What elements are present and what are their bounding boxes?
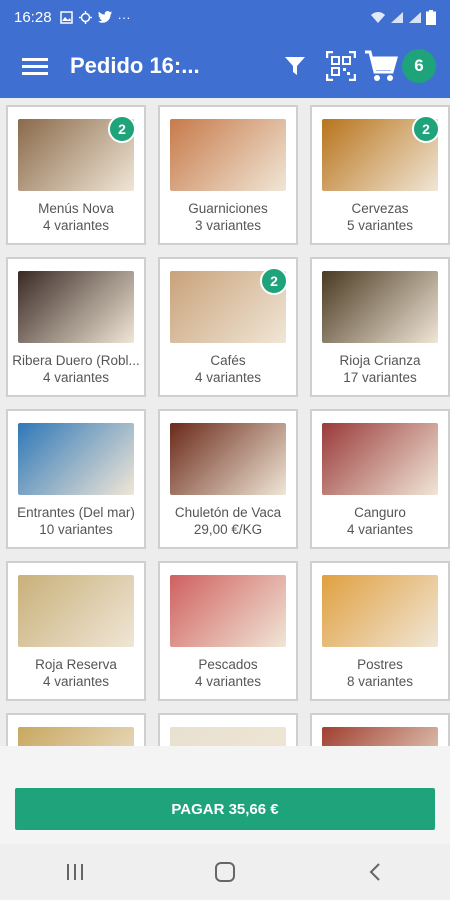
twitter-icon [97,11,112,23]
product-variants: 8 variantes [346,674,414,689]
wifi-icon [371,11,385,23]
product-name: Menús Nova [38,201,114,216]
system-nav-bar [0,844,450,900]
product-variants: 4 variantes [194,674,262,689]
cart-button[interactable]: 6 [364,49,436,83]
status-more-dots: ··· [117,9,131,25]
gallery-icon [59,10,73,24]
product-variants: 4 variantes [42,218,110,233]
shopping-cart-icon [365,50,398,81]
product-image [170,727,286,746]
product-name: Rioja Crianza [339,353,421,368]
product-card[interactable]: Canguro 4 variantes [310,409,450,549]
product-variants: 29,00 €/KG [193,522,263,537]
product-image [18,423,134,495]
location-icon [78,10,92,24]
product-image [322,271,438,343]
product-count-badge: 2 [260,267,288,295]
product-image [322,575,438,647]
product-card[interactable]: Cafés 4 variantes 2 [158,257,298,397]
product-card[interactable]: Menús Nova 4 variantes 2 [6,105,146,245]
status-icons-left: ··· [59,9,131,25]
product-name: Postres [357,657,403,672]
product-image [18,727,134,746]
qr-code-icon [326,51,356,81]
product-variants: 5 variantes [346,218,414,233]
product-card[interactable]: Postres 8 variantes [310,561,450,701]
signal-icon [391,11,403,23]
recent-apps-button[interactable] [35,844,115,900]
product-card[interactable]: Pescados 4 variantes [158,561,298,701]
product-name: Guarniciones [188,201,268,216]
product-card[interactable]: Cervezas 5 variantes 2 [310,105,450,245]
product-variants: 4 variantes [42,370,110,385]
product-name: Pescados [198,657,258,672]
pay-button[interactable]: PAGAR 35,66 € [15,788,435,830]
page-title: Pedido 16:... [70,53,200,78]
product-card[interactable] [310,713,450,746]
product-variants: 17 variantes [343,370,417,385]
product-image [18,271,134,343]
product-image [170,119,286,191]
battery-icon [426,9,436,25]
back-icon [369,863,380,881]
product-image [170,423,286,495]
product-card[interactable]: Entrantes (Del mar) 10 variantes [6,409,146,549]
product-image [170,575,286,647]
home-icon [215,862,235,882]
app-bar: Pedido 16:... 6 [0,34,450,98]
qr-scan-button[interactable] [318,34,364,98]
menu-button[interactable] [0,34,70,98]
product-card[interactable]: Rioja Crianza 17 variantes [310,257,450,397]
product-variants: 4 variantes [42,674,110,689]
hamburger-menu-icon [22,58,48,75]
filter-icon [285,57,305,75]
product-name: Chuletón de Vaca [174,505,282,520]
product-grid-area[interactable]: Menús Nova 4 variantes 2 Guarniciones 3 vari… [0,98,450,746]
back-button[interactable] [335,844,415,900]
cart-count-badge: 6 [402,49,436,83]
filter-button[interactable] [272,34,318,98]
home-button[interactable] [185,844,265,900]
product-card[interactable]: Guarniciones 3 variantes [158,105,298,245]
status-time: 16:28 [14,8,52,26]
product-variants: 4 variantes [194,370,262,385]
product-card[interactable] [158,713,298,746]
status-icons-right [370,9,436,25]
product-image [322,423,438,495]
recent-apps-icon [67,864,83,880]
product-card[interactable]: Roja Reserva 4 variantes [6,561,146,701]
product-card[interactable]: Chuletón de Vaca 29,00 €/KG [158,409,298,549]
signal-icon-2 [409,11,421,23]
product-variants: 3 variantes [194,218,262,233]
bottom-panel: PAGAR 35,66 € [0,746,450,844]
product-name: Cervezas [351,201,409,216]
product-count-badge: 2 [412,115,440,143]
product-name: Ribera Duero (Robl... [12,353,140,368]
product-card[interactable]: Ribera Duero (Robl... 4 variantes [6,257,146,397]
product-name: Cafés [210,353,246,368]
product-variants: 4 variantes [346,522,414,537]
product-image [322,727,438,746]
status-bar: 16:28 ··· [0,0,450,34]
product-image [18,575,134,647]
product-name: Canguro [354,505,406,520]
product-grid: Menús Nova 4 variantes 2 Guarniciones 3 vari… [0,98,450,746]
product-name: Roja Reserva [35,657,117,672]
product-name: Entrantes (Del mar) [17,505,135,520]
product-count-badge: 2 [108,115,136,143]
product-card[interactable] [6,713,146,746]
product-variants: 10 variantes [39,522,113,537]
